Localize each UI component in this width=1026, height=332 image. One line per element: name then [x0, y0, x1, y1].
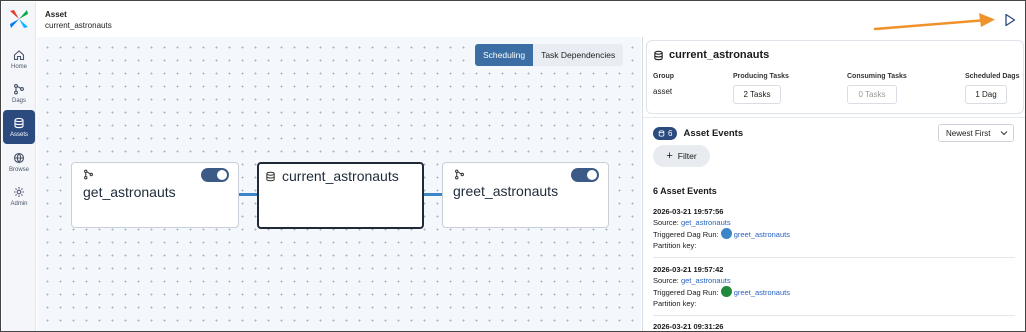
event-timestamp: 2026-03-21 19:57:56	[653, 207, 724, 216]
filter-button-label: Filter	[677, 151, 697, 161]
app-window: Home Dags Assets Browse Admin Asset curr…	[0, 0, 1026, 332]
event-timestamp: 2026-03-21 19:57:42	[653, 265, 724, 274]
events-count-badge: 6	[653, 127, 678, 140]
trigger-play-icon[interactable]	[1004, 13, 1016, 27]
event-run: Triggered Dag Run: greet_astronauts	[653, 286, 1013, 298]
sort-select-value: Newest First	[946, 128, 991, 138]
node-label: greet_astronauts	[453, 183, 559, 199]
dag-pause-toggle[interactable]	[571, 168, 599, 182]
asset-title: current_astronauts	[653, 49, 769, 61]
dag-icon	[84, 169, 93, 180]
producing-tasks-button[interactable]: 2 Tasks	[733, 85, 781, 104]
event-run-link[interactable]: greet_astronauts	[734, 288, 790, 297]
asset-icon	[266, 171, 275, 182]
event-run-link[interactable]: greet_astronauts	[734, 230, 790, 239]
chevron-down-icon	[1000, 131, 1008, 136]
page-title: current_astronauts	[45, 21, 112, 30]
consuming-tasks-label: Consuming Tasks	[847, 73, 907, 80]
asset-details-panel: current_astronauts Group asset Producing…	[642, 37, 1025, 331]
breadcrumb-kind: Asset	[45, 10, 67, 19]
graph-edge	[238, 193, 258, 196]
nav-home-label: Home	[10, 63, 27, 70]
event-source-label: Source:	[653, 218, 679, 227]
event-source-link[interactable]: get_astronauts	[681, 218, 731, 227]
graph-canvas[interactable]: Scheduling Task Dependencies get_astrona…	[37, 37, 641, 331]
group-label: Group	[653, 73, 674, 80]
group-value: asset	[653, 87, 673, 96]
home-icon	[13, 49, 25, 60]
sort-select[interactable]: Newest First	[938, 124, 1014, 142]
asset-title-text: current_astronauts	[669, 49, 770, 61]
event-timestamp: 2026-03-21 09:31:26	[653, 322, 724, 331]
gear-icon	[14, 186, 24, 197]
asset-event-item: 2026-03-21 19:57:56 Source: get_astronau…	[653, 206, 1013, 251]
node-label: get_astronauts	[83, 184, 176, 200]
graph-node-current-asset[interactable]: current_astronauts	[257, 162, 424, 229]
nav-home[interactable]: Home	[3, 42, 35, 76]
left-nav: Home Dags Assets Browse Admin	[2, 2, 36, 331]
annotation-arrow-icon	[873, 13, 995, 31]
nav-assets-label: Assets	[9, 131, 28, 138]
asset-event-item: 2026-03-21 19:57:42 Source: get_astronau…	[653, 264, 1013, 309]
dags-icon	[14, 83, 24, 94]
event-source-label: Source:	[653, 276, 679, 285]
dag-icon	[455, 169, 464, 180]
scheduled-dags-label: Scheduled Dags	[965, 73, 1020, 80]
event-source-link[interactable]: get_astronauts	[681, 276, 731, 285]
divider	[653, 315, 1015, 316]
graph-node-upstream[interactable]: get_astronauts	[71, 162, 239, 228]
graph-node-downstream[interactable]: greet_astronauts	[442, 162, 609, 228]
event-source: Source: get_astronauts	[653, 275, 1013, 286]
globe-icon	[13, 152, 25, 163]
producing-tasks-label: Producing Tasks	[733, 73, 789, 80]
nav-browse[interactable]: Browse	[3, 145, 35, 179]
event-partition: Partition key:	[653, 299, 697, 308]
asset-icon	[658, 130, 665, 137]
event-run-label: Triggered Dag Run:	[653, 288, 719, 297]
node-label: current_astronauts	[282, 168, 399, 184]
tab-task-dependencies[interactable]: Task Dependencies	[533, 44, 624, 66]
graph-edge	[423, 193, 443, 196]
divider	[653, 257, 1015, 258]
nav-dags[interactable]: Dags	[3, 76, 35, 110]
asset-event-item: 2026-03-21 09:31:26	[653, 321, 1013, 331]
asset-events-section: 6 Asset Events Newest First + Filter 6 A…	[643, 117, 1025, 331]
scheduled-dags-button[interactable]: 1 Dag	[965, 85, 1007, 104]
airflow-logo[interactable]	[8, 8, 30, 30]
running-state-icon	[720, 228, 732, 239]
nav-admin-label: Admin	[10, 200, 28, 207]
event-source: Source: get_astronauts	[653, 217, 1013, 228]
events-header: 6 Asset Events	[653, 127, 743, 140]
tab-scheduling[interactable]: Scheduling	[475, 44, 534, 66]
asset-summary-card: current_astronauts Group asset Producing…	[646, 40, 1024, 114]
events-count-value: 6	[668, 129, 673, 138]
asset-icon	[654, 50, 663, 60]
events-count-label: 6 Asset Events	[653, 186, 717, 196]
nav-assets[interactable]: Assets	[3, 110, 35, 144]
nav-admin[interactable]: Admin	[3, 179, 35, 213]
consuming-tasks-button[interactable]: 0 Tasks	[847, 85, 897, 104]
plus-icon: +	[666, 150, 673, 162]
events-title: Asset Events	[683, 128, 744, 139]
event-run-label: Triggered Dag Run:	[653, 230, 719, 239]
event-partition: Partition key:	[653, 241, 697, 250]
event-run: Triggered Dag Run: greet_astronauts	[653, 228, 1013, 240]
dag-pause-toggle[interactable]	[201, 168, 229, 182]
filter-button[interactable]: + Filter	[653, 145, 710, 167]
success-check-icon	[720, 286, 732, 297]
graph-view-toggle: Scheduling Task Dependencies	[475, 44, 624, 66]
assets-icon	[14, 117, 24, 128]
nav-browse-label: Browse	[8, 166, 29, 173]
nav-dags-label: Dags	[11, 97, 26, 104]
